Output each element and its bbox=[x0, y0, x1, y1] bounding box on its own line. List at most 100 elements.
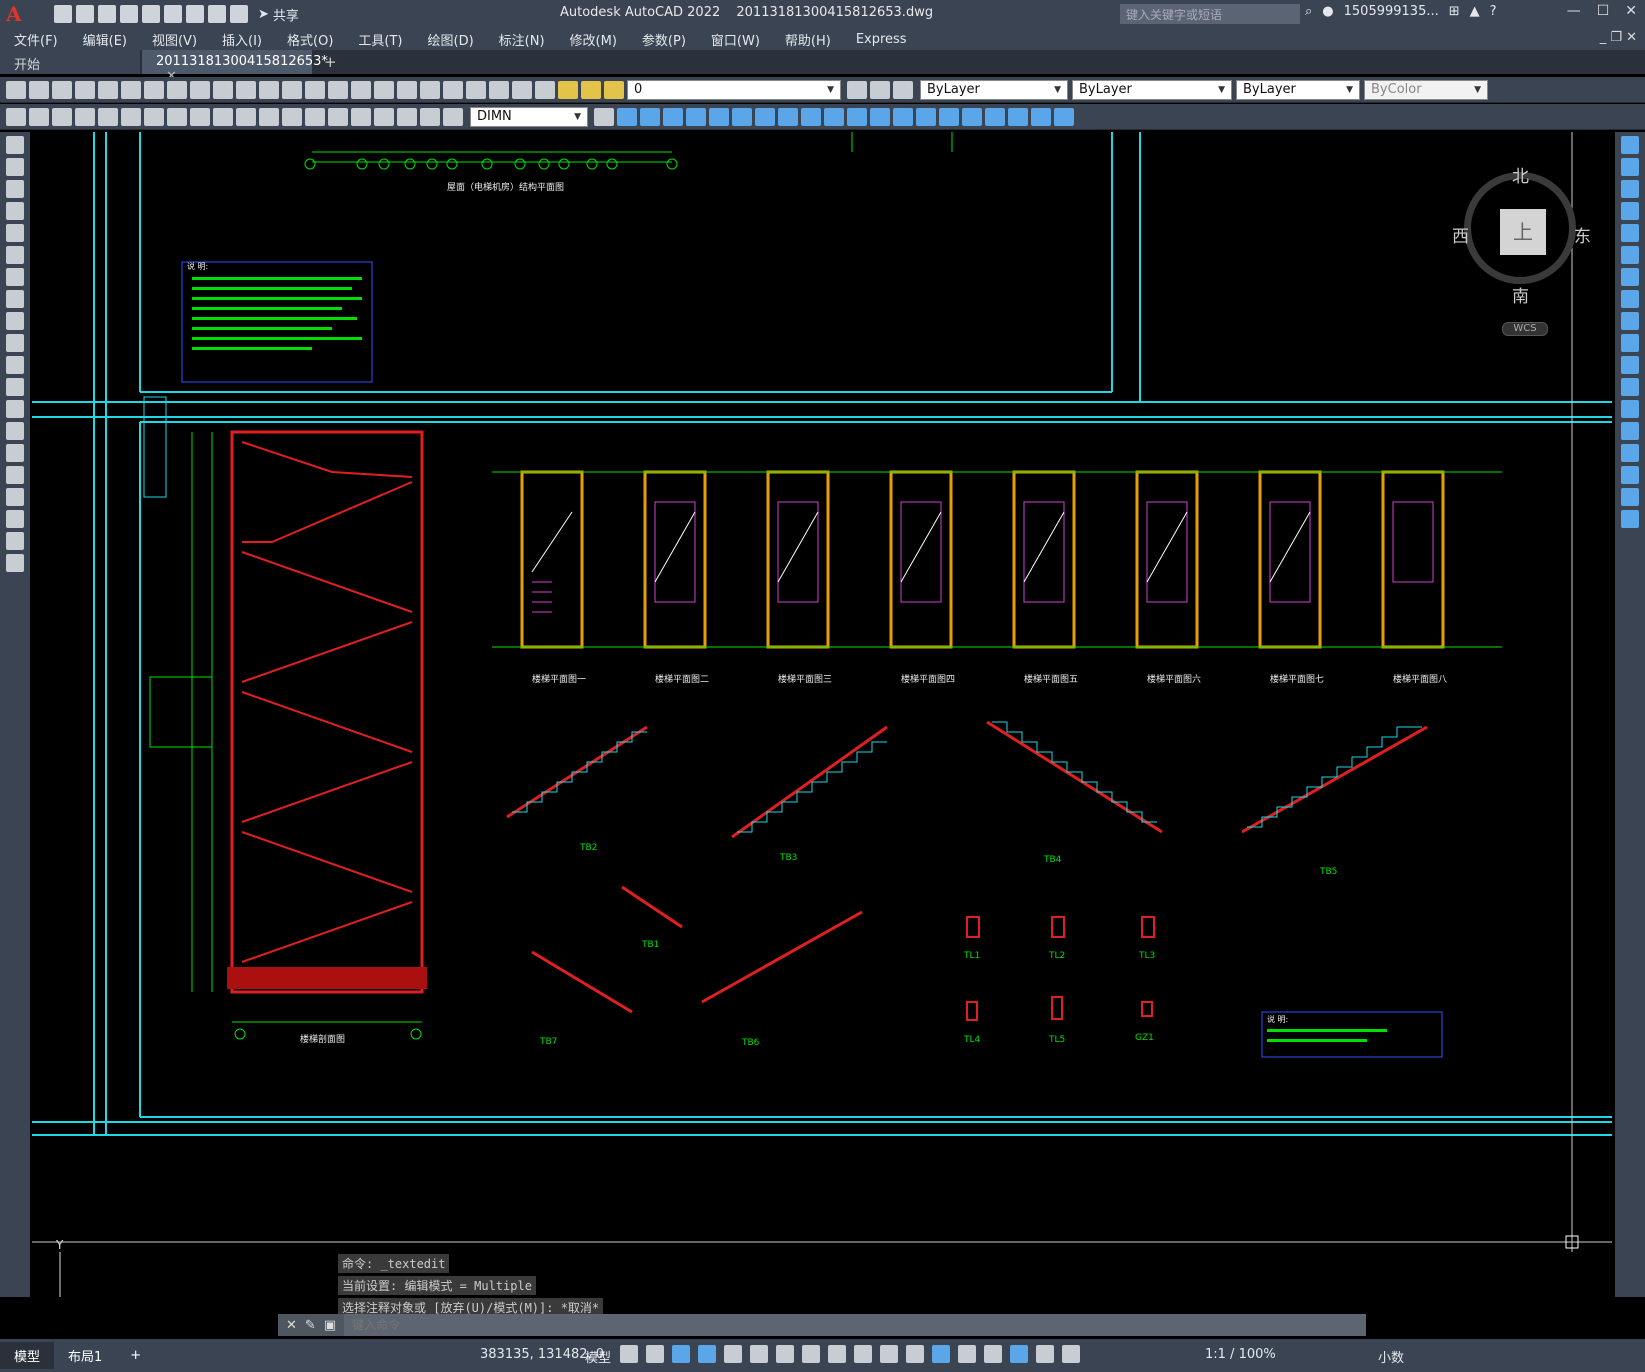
layer-lock-icon[interactable] bbox=[604, 80, 624, 99]
ucs-previous-icon[interactable] bbox=[985, 107, 1005, 126]
object-snap-icon[interactable] bbox=[828, 1345, 846, 1363]
menu-item[interactable]: 文件(F) bbox=[14, 30, 58, 49]
break-at-point-icon[interactable] bbox=[1621, 378, 1639, 396]
add-layout-button[interactable]: + bbox=[116, 1344, 155, 1367]
copy-object-icon[interactable] bbox=[1621, 158, 1639, 176]
region-icon[interactable] bbox=[6, 488, 24, 506]
redo-icon[interactable] bbox=[230, 5, 248, 23]
paste-icon[interactable] bbox=[190, 80, 210, 99]
explode-icon[interactable] bbox=[1621, 510, 1639, 528]
tool-palettes-icon[interactable] bbox=[420, 80, 440, 99]
revision-cloud-icon[interactable] bbox=[6, 290, 24, 308]
inspect-icon[interactable] bbox=[351, 107, 371, 126]
tab-document[interactable]: 20113181300415812653* ✕ bbox=[142, 50, 328, 84]
join-icon[interactable] bbox=[1621, 422, 1639, 440]
view-nw-icon[interactable] bbox=[916, 107, 936, 126]
lineweight-dropdown[interactable]: ByLayer ▼ bbox=[1236, 79, 1360, 100]
offset-icon[interactable] bbox=[1621, 202, 1639, 220]
auto-scale-icon[interactable] bbox=[1062, 1345, 1080, 1363]
ucs-world-icon[interactable] bbox=[962, 107, 982, 126]
view-iso-1-icon[interactable] bbox=[617, 107, 637, 126]
extend-icon[interactable] bbox=[1621, 356, 1639, 374]
menu-item[interactable]: 修改(M) bbox=[570, 30, 617, 49]
view-front-icon[interactable] bbox=[801, 107, 821, 126]
menu-item[interactable]: 格式(O) bbox=[287, 30, 333, 49]
trim-icon[interactable] bbox=[1621, 334, 1639, 352]
spline-icon[interactable] bbox=[6, 312, 24, 330]
circle-icon[interactable] bbox=[6, 268, 24, 286]
plot-icon[interactable] bbox=[186, 5, 204, 23]
scale-icon[interactable] bbox=[1621, 290, 1639, 308]
new-tab-button[interactable]: + bbox=[314, 50, 347, 74]
mtext-icon[interactable] bbox=[6, 532, 24, 550]
compass-east[interactable]: 东 bbox=[1574, 222, 1591, 247]
open-web-icon[interactable] bbox=[142, 5, 160, 23]
tab-start[interactable]: 开始 bbox=[0, 50, 140, 74]
plotstyle-dropdown[interactable]: ByColor ▼ bbox=[1364, 79, 1488, 100]
layer-previous-icon[interactable] bbox=[870, 80, 890, 99]
array-icon[interactable] bbox=[1621, 224, 1639, 242]
layer-states-icon[interactable] bbox=[893, 80, 913, 99]
drawing-canvas[interactable]: 屋面（电梯机房）结构平面图 说 明: 楼梯剖面图 楼梯平面图一 楼梯平面图二 楼… bbox=[32, 132, 1612, 1319]
save-icon[interactable] bbox=[52, 80, 72, 99]
open-icon[interactable] bbox=[29, 80, 49, 99]
command-input[interactable] bbox=[344, 1314, 1366, 1336]
properties-icon[interactable] bbox=[374, 80, 394, 99]
help-icon[interactable] bbox=[512, 80, 532, 99]
share-button[interactable]: ➤ 共享 bbox=[258, 5, 299, 24]
jogged-dim-icon[interactable] bbox=[144, 107, 164, 126]
diameter-dim-icon[interactable] bbox=[167, 107, 187, 126]
view-iso-3-icon[interactable] bbox=[663, 107, 683, 126]
ucs-view-icon[interactable] bbox=[1054, 107, 1074, 126]
save-icon[interactable] bbox=[98, 5, 116, 23]
view-back-icon[interactable] bbox=[824, 107, 844, 126]
transparency-icon[interactable] bbox=[880, 1345, 898, 1363]
chamfer-icon[interactable] bbox=[1621, 444, 1639, 462]
view-left-icon[interactable] bbox=[755, 107, 775, 126]
layer-dropdown[interactable]: 0 ▼ bbox=[627, 79, 841, 100]
menu-item[interactable]: 视图(V) bbox=[152, 30, 197, 49]
linear-dim-icon[interactable] bbox=[29, 107, 49, 126]
selection-filter-icon[interactable] bbox=[984, 1345, 1002, 1363]
erase-icon[interactable] bbox=[1621, 136, 1639, 154]
menu-item[interactable]: 编辑(E) bbox=[83, 30, 127, 49]
compass-west[interactable]: 西 bbox=[1452, 222, 1469, 247]
sheet-set-icon[interactable] bbox=[443, 80, 463, 99]
view-ne-icon[interactable] bbox=[893, 107, 913, 126]
search-input[interactable]: 键入关键字或短语 bbox=[1120, 4, 1300, 24]
open-file-icon[interactable] bbox=[76, 5, 94, 23]
polyline-icon[interactable] bbox=[6, 180, 24, 198]
add-selected-icon[interactable] bbox=[6, 554, 24, 572]
save-web-icon[interactable] bbox=[164, 5, 182, 23]
blend-icon[interactable] bbox=[1621, 488, 1639, 506]
insert-block-icon[interactable] bbox=[6, 378, 24, 396]
center-mark-icon[interactable] bbox=[328, 107, 348, 126]
annotation-visibility-icon[interactable] bbox=[1036, 1345, 1054, 1363]
user-icon[interactable]: ● bbox=[1322, 4, 1333, 19]
color-dropdown[interactable]: ByLayer ▼ bbox=[920, 79, 1068, 100]
help-icon[interactable]: ? bbox=[1490, 4, 1497, 19]
view-iso-2-icon[interactable] bbox=[640, 107, 660, 126]
layer-properties-icon[interactable] bbox=[535, 80, 555, 99]
mirror-icon[interactable] bbox=[1621, 180, 1639, 198]
dim-space-icon[interactable] bbox=[259, 107, 279, 126]
view-sw-icon[interactable] bbox=[847, 107, 867, 126]
model-tab[interactable]: 模型 bbox=[0, 1342, 55, 1369]
table-icon[interactable] bbox=[6, 510, 24, 528]
menu-item[interactable]: 工具(T) bbox=[358, 30, 402, 49]
3d-osnap-icon[interactable] bbox=[932, 1345, 950, 1363]
break-icon[interactable] bbox=[1621, 400, 1639, 418]
design-center-icon[interactable] bbox=[397, 80, 417, 99]
move-icon[interactable] bbox=[1621, 246, 1639, 264]
view-bottom-icon[interactable] bbox=[732, 107, 752, 126]
mdi-controls[interactable]: _ ❐ ✕ bbox=[1600, 30, 1637, 45]
units-dropdown[interactable]: 小数 bbox=[1378, 1347, 1404, 1366]
viewcube[interactable]: 上 北 南 东 西 WCS bbox=[1432, 152, 1602, 352]
grid-icon[interactable] bbox=[620, 1345, 638, 1363]
ortho-icon[interactable] bbox=[724, 1345, 742, 1363]
ellipse-arc-icon[interactable] bbox=[6, 356, 24, 374]
stretch-icon[interactable] bbox=[1621, 312, 1639, 330]
radius-dim-icon[interactable] bbox=[121, 107, 141, 126]
model-space-toggle[interactable]: 模型 bbox=[585, 1347, 611, 1366]
view-right-icon[interactable] bbox=[778, 107, 798, 126]
